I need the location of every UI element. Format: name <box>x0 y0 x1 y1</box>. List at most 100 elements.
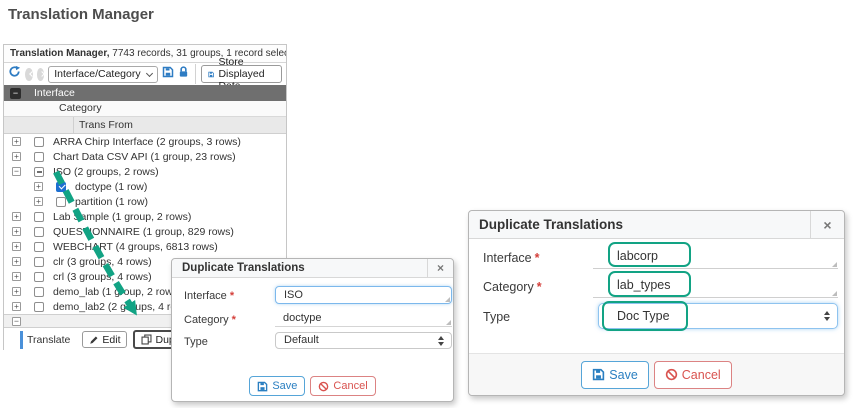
category-header-label: Category <box>59 102 102 114</box>
expand-icon[interactable]: + <box>12 287 21 296</box>
store-displayed-data-button[interactable]: Store Displayed Data <box>201 65 282 83</box>
view-mode-value: Interface/Category <box>54 68 140 80</box>
tree-row-label[interactable]: doctype (1 row) <box>75 181 147 193</box>
previous-button[interactable] <box>25 68 33 81</box>
expand-icon[interactable]: + <box>34 182 43 191</box>
row-checkbox[interactable] <box>34 272 44 282</box>
cancel-button[interactable]: Cancel <box>310 376 375 396</box>
expand-icon[interactable]: + <box>34 197 43 206</box>
save-button[interactable]: Save <box>249 376 305 396</box>
cancel-button-label: Cancel <box>333 380 367 392</box>
tree-row-label[interactable]: QUESTIONNAIRE (1 group, 829 rows) <box>53 226 234 238</box>
interface-input[interactable]: ISO <box>275 286 452 304</box>
view-mode-select[interactable]: Interface/Category <box>48 66 157 83</box>
type-select[interactable]: Doc Type <box>598 303 838 329</box>
field-label-category: Category* <box>184 314 236 326</box>
row-checkbox[interactable] <box>34 302 44 312</box>
collapse-icon[interactable]: − <box>12 167 21 176</box>
transfrom-header-label: Trans From <box>79 117 133 133</box>
interface-input[interactable]: labcorp <box>593 245 838 269</box>
collapse-icon[interactable]: − <box>12 317 21 326</box>
tree-row-label[interactable]: Lab Sample (1 group, 2 rows) <box>53 211 191 223</box>
tree-row-label[interactable]: clr (3 groups, 4 rows) <box>53 256 152 268</box>
row-checkbox[interactable] <box>34 137 44 147</box>
dialog-header: Duplicate Translations × <box>172 259 453 278</box>
expand-icon[interactable]: + <box>12 227 21 236</box>
edit-button[interactable]: Edit <box>82 331 127 348</box>
field-label-type: Type <box>184 336 208 348</box>
action-bar-accent <box>20 331 23 349</box>
resize-handle-icon[interactable] <box>832 291 837 296</box>
row-checkbox-checked[interactable] <box>56 182 66 192</box>
close-icon[interactable]: × <box>810 211 844 238</box>
row-checkbox[interactable] <box>34 257 44 267</box>
expand-icon[interactable]: + <box>12 137 21 146</box>
save-button-label: Save <box>272 380 297 392</box>
save-layout-icon[interactable] <box>162 65 174 83</box>
expand-icon[interactable]: + <box>12 212 21 221</box>
translate-button[interactable]: Translate <box>27 334 70 346</box>
tree-row-label[interactable]: Chart Data CSV API (1 group, 23 rows) <box>53 151 236 163</box>
tree-row-label[interactable]: demo_lab (1 group, 2 rows) <box>53 286 181 298</box>
row-checkbox[interactable] <box>56 197 66 207</box>
tree-row-label[interactable]: WEBCHART (4 groups, 6813 rows) <box>53 241 218 253</box>
label-text: Type <box>483 310 510 324</box>
header-spacer-cell <box>4 117 74 133</box>
expand-icon[interactable]: + <box>12 272 21 281</box>
expand-icon[interactable]: + <box>12 257 21 266</box>
resize-handle-icon[interactable] <box>832 262 837 267</box>
row-checkbox[interactable] <box>34 287 44 297</box>
close-icon[interactable]: × <box>427 259 453 277</box>
row-checkbox[interactable] <box>34 242 44 252</box>
tree-row: + QUESTIONNAIRE (1 group, 829 rows) <box>4 224 286 239</box>
label-text: Interface <box>483 251 532 265</box>
row-checkbox[interactable] <box>34 227 44 237</box>
row-checkbox[interactable] <box>34 212 44 222</box>
tree-row-label[interactable]: crl (3 groups, 4 rows) <box>53 271 152 283</box>
cancel-button[interactable]: Cancel <box>654 361 732 389</box>
field-label-interface: Interface* <box>483 251 540 265</box>
select-arrows-icon <box>438 336 444 346</box>
type-select[interactable]: Default <box>275 332 452 349</box>
field-label-category: Category* <box>483 280 542 294</box>
duplicate-dialog-large: Duplicate Translations × Interface* labc… <box>468 210 845 396</box>
collapse-all-icon[interactable]: − <box>10 88 21 99</box>
tree-row-label[interactable]: partition (1 row) <box>75 196 148 208</box>
toolbar: Interface/Category Store Displayed Data <box>4 63 286 85</box>
tree-row: + doctype (1 row) <box>4 179 286 194</box>
interface-header-label: Interface <box>34 87 75 99</box>
lock-icon[interactable] <box>178 65 189 83</box>
row-checkbox[interactable] <box>34 152 44 162</box>
interface-input-value: labcorp <box>617 249 658 263</box>
type-select-value: Default <box>284 334 319 346</box>
save-button[interactable]: Save <box>581 361 649 389</box>
field-label-type: Type <box>483 310 510 324</box>
field-label-interface: Interface* <box>184 290 234 302</box>
tree-row-label[interactable]: ARRA Chirp Interface (2 groups, 3 rows) <box>53 136 241 148</box>
expand-icon[interactable]: + <box>12 152 21 161</box>
column-header-interface[interactable]: − Interface <box>4 85 286 101</box>
category-input[interactable]: doctype <box>275 311 452 327</box>
tree-row-label[interactable]: ISO (2 groups, 2 rows) <box>53 166 159 178</box>
refresh-icon[interactable] <box>8 65 21 83</box>
toolbar-divider <box>195 64 196 84</box>
cancel-icon <box>665 368 678 381</box>
column-header-transfrom[interactable]: Trans From <box>4 117 286 134</box>
expand-icon[interactable]: + <box>12 302 21 311</box>
resize-handle-icon[interactable] <box>446 320 451 325</box>
edit-button-label: Edit <box>102 334 120 346</box>
category-input[interactable]: lab_types <box>593 274 838 298</box>
dialog-title: Duplicate Translations <box>469 217 810 232</box>
expand-icon[interactable]: + <box>12 242 21 251</box>
pencil-icon <box>89 335 99 345</box>
interface-input-value: ISO <box>284 289 303 301</box>
category-input-value: doctype <box>283 312 322 324</box>
row-checkbox-indeterminate[interactable] <box>34 167 44 177</box>
label-text: Type <box>184 336 208 348</box>
floppy-icon <box>592 368 605 381</box>
resize-handle-icon[interactable] <box>445 297 450 302</box>
column-header-category[interactable]: Category <box>4 101 286 117</box>
next-button[interactable] <box>37 68 45 81</box>
required-asterisk: * <box>535 251 540 265</box>
required-asterisk: * <box>232 314 236 326</box>
